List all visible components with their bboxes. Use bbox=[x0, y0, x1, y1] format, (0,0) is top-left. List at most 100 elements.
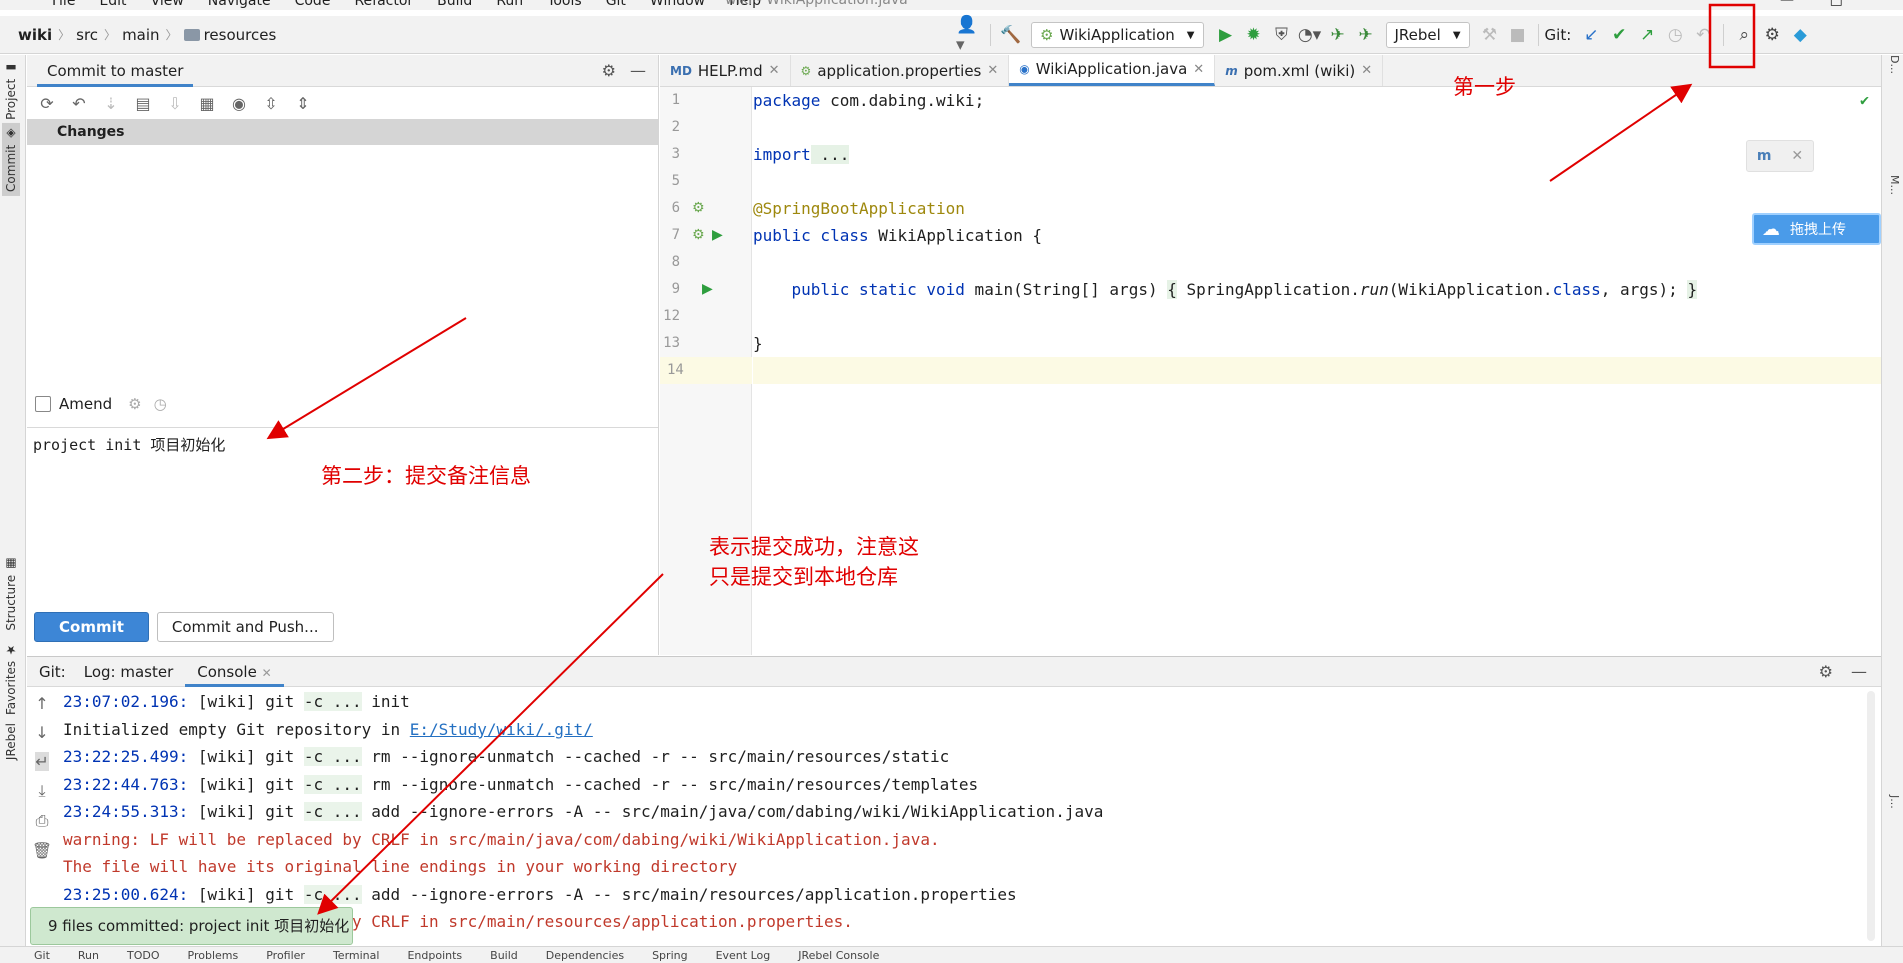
build-hammer-icon[interactable]: 🔨 bbox=[997, 21, 1025, 49]
scroll-to-end-icon[interactable]: ⤓ bbox=[38, 781, 45, 801]
run-configuration-select[interactable]: ⚙ WikiApplication ▼ bbox=[1031, 22, 1204, 48]
show-diff-icon[interactable]: ▤ bbox=[131, 94, 155, 113]
breadcrumb-item-main[interactable]: main bbox=[116, 26, 165, 44]
plugin-icon[interactable]: ◆ bbox=[1786, 21, 1814, 49]
expand-all-icon[interactable]: ⇳ bbox=[259, 94, 283, 113]
close-icon[interactable]: ✕ bbox=[1193, 62, 1204, 77]
gear-icon[interactable]: ⚙ bbox=[128, 395, 141, 413]
spring-bean-icon[interactable]: ⚙ bbox=[692, 200, 705, 216]
user-icon[interactable]: 👤▾ bbox=[956, 15, 984, 55]
update-icon[interactable]: ⇣ bbox=[99, 94, 123, 113]
status-item-jrebel-console[interactable]: JRebel Console bbox=[798, 947, 879, 963]
spring-bean-icon[interactable]: ⚙ bbox=[692, 227, 705, 243]
eye-icon[interactable]: ◉ bbox=[227, 94, 251, 113]
tab-log-master[interactable]: Log: master bbox=[72, 657, 186, 687]
close-icon[interactable]: ✕ bbox=[987, 63, 998, 78]
menu-item-code[interactable]: Code bbox=[283, 0, 343, 10]
rollback-icon[interactable]: ↶ bbox=[67, 94, 91, 113]
clock-icon[interactable]: ◷ bbox=[154, 395, 167, 413]
code-folded-imports[interactable]: ... bbox=[810, 145, 850, 164]
commit-and-push-button[interactable]: Commit and Push... bbox=[156, 612, 334, 642]
close-icon[interactable]: ✕ bbox=[1361, 63, 1372, 78]
favorites-tool-button[interactable]: Favorites ★ bbox=[2, 639, 20, 719]
maven-tool-button[interactable]: M... bbox=[1888, 175, 1901, 195]
code-fold-brace[interactable]: { bbox=[1167, 280, 1177, 299]
status-item-run[interactable]: Run bbox=[78, 947, 99, 963]
code-fold-brace[interactable]: } bbox=[1687, 280, 1698, 299]
group-by-icon[interactable]: ▦ bbox=[195, 94, 219, 113]
status-item-profiler[interactable]: Profiler bbox=[266, 947, 305, 963]
git-commit-icon[interactable]: ✔ bbox=[1605, 21, 1633, 49]
translate-icon[interactable]: m bbox=[1757, 148, 1772, 164]
status-item-spring[interactable]: Spring bbox=[652, 947, 688, 963]
close-icon[interactable]: ✕ bbox=[262, 666, 272, 680]
project-tool-button[interactable]: Project ▬ bbox=[2, 57, 20, 124]
menu-item-view[interactable]: View bbox=[139, 0, 196, 10]
commit-message-input[interactable]: project init 项目初始化 bbox=[27, 427, 658, 599]
console-collapsed-args[interactable]: -c ... bbox=[303, 747, 362, 766]
database-tool-button[interactable]: D... bbox=[1888, 55, 1901, 74]
attach-icon[interactable]: ⚒ bbox=[1476, 21, 1504, 49]
run-gutter-icon[interactable]: ▶ bbox=[712, 227, 723, 243]
tab-pom-xml[interactable]: m pom.xml (wiki) ✕ bbox=[1215, 55, 1384, 86]
floating-plugin-widget[interactable]: m ✕ bbox=[1746, 140, 1814, 172]
arrow-down-icon[interactable]: ↓ bbox=[35, 723, 48, 742]
tab-help-md[interactable]: MD HELP.md ✕ bbox=[660, 55, 791, 86]
console-collapsed-args[interactable]: -c ... bbox=[303, 802, 362, 821]
debug-icon[interactable]: ✹ bbox=[1240, 21, 1268, 49]
upload-widget[interactable]: ☁ 拖拽上传 bbox=[1752, 213, 1881, 245]
status-item-endpoints[interactable]: Endpoints bbox=[407, 947, 462, 963]
jrebel-run-icon[interactable]: ✈ bbox=[1324, 21, 1352, 49]
close-icon[interactable]: ✕ bbox=[1791, 148, 1803, 164]
git-history-icon[interactable]: ◷ bbox=[1661, 21, 1689, 49]
profile-icon[interactable]: ◔▾ bbox=[1296, 21, 1324, 49]
menu-item-navigate[interactable]: Navigate bbox=[196, 0, 283, 10]
menu-item-run[interactable]: Run bbox=[484, 0, 535, 10]
menu-item-file[interactable]: File bbox=[40, 0, 87, 10]
commit-notification[interactable]: 9 files committed: project init 项目初始化 bbox=[30, 907, 353, 945]
stop-icon[interactable]: ■ bbox=[1504, 21, 1532, 49]
status-item-terminal[interactable]: Terminal bbox=[333, 947, 380, 963]
menu-item-git[interactable]: Git bbox=[594, 0, 638, 10]
status-item-problems[interactable]: Problems bbox=[188, 947, 239, 963]
console-scrollbar[interactable] bbox=[1867, 691, 1875, 941]
minimize-icon[interactable]: — bbox=[1851, 662, 1867, 681]
breadcrumb-item-src[interactable]: src bbox=[70, 26, 104, 44]
jrebel-setup-tool-button[interactable]: J... bbox=[1888, 795, 1901, 809]
inspection-ok-icon[interactable]: ✔ bbox=[1860, 91, 1869, 109]
gear-icon[interactable]: ⚙ bbox=[602, 61, 616, 80]
console-link[interactable]: E:/Study/wiki/.git/ bbox=[410, 720, 593, 739]
refresh-icon[interactable]: ⟳ bbox=[35, 94, 59, 113]
soft-wrap-icon[interactable]: ↵ bbox=[35, 752, 49, 771]
jrebel-select[interactable]: JRebel ▼ bbox=[1385, 22, 1470, 48]
trash-icon[interactable]: 🗑 bbox=[32, 841, 52, 860]
commit-panel-title[interactable]: Commit to master bbox=[37, 55, 194, 87]
code-area[interactable]: package com.dabing.wiki; import ... @Spr… bbox=[753, 87, 1881, 655]
breadcrumb-item-wiki[interactable]: wiki bbox=[12, 26, 58, 44]
tab-application-properties[interactable]: ⚙ application.properties ✕ bbox=[791, 55, 1010, 86]
shelve-icon[interactable]: ⇩ bbox=[163, 94, 187, 113]
run-gutter-icon[interactable]: ▶ bbox=[702, 281, 713, 297]
window-controls[interactable]: — □ bbox=[1780, 0, 1843, 8]
status-item-event-log[interactable]: Event Log bbox=[716, 947, 771, 963]
commit-button[interactable]: Commit bbox=[34, 612, 149, 642]
commit-tool-button[interactable]: Commit ◈ bbox=[2, 123, 20, 196]
tab-wikiapplication-java[interactable]: ◉ WikiApplication.java ✕ bbox=[1009, 55, 1216, 86]
menu-item-tools[interactable]: Tools bbox=[535, 0, 594, 10]
console-collapsed-args[interactable]: -c ... bbox=[303, 884, 362, 904]
gear-icon[interactable]: ⚙ bbox=[1819, 662, 1833, 681]
git-push-icon[interactable]: ↗ bbox=[1633, 21, 1661, 49]
menu-item-window[interactable]: Window bbox=[638, 0, 717, 10]
console-collapsed-args[interactable]: -c ... bbox=[303, 692, 362, 711]
menu-item-refactor[interactable]: Refactor bbox=[342, 0, 425, 10]
print-icon[interactable]: ⎙ bbox=[36, 811, 49, 831]
jrebel-debug-icon[interactable]: ✈ bbox=[1352, 21, 1380, 49]
git-rollback-icon[interactable]: ↶ bbox=[1689, 21, 1717, 49]
coverage-icon[interactable]: ⛨ bbox=[1268, 21, 1296, 49]
collapse-all-icon[interactable]: ⇕ bbox=[291, 94, 315, 113]
minimize-icon[interactable]: — bbox=[630, 61, 646, 80]
amend-label[interactable]: Amend bbox=[59, 395, 112, 413]
close-icon[interactable]: ✕ bbox=[769, 63, 780, 78]
status-item-dependencies[interactable]: Dependencies bbox=[546, 947, 624, 963]
arrow-up-icon[interactable]: ↑ bbox=[35, 694, 48, 713]
